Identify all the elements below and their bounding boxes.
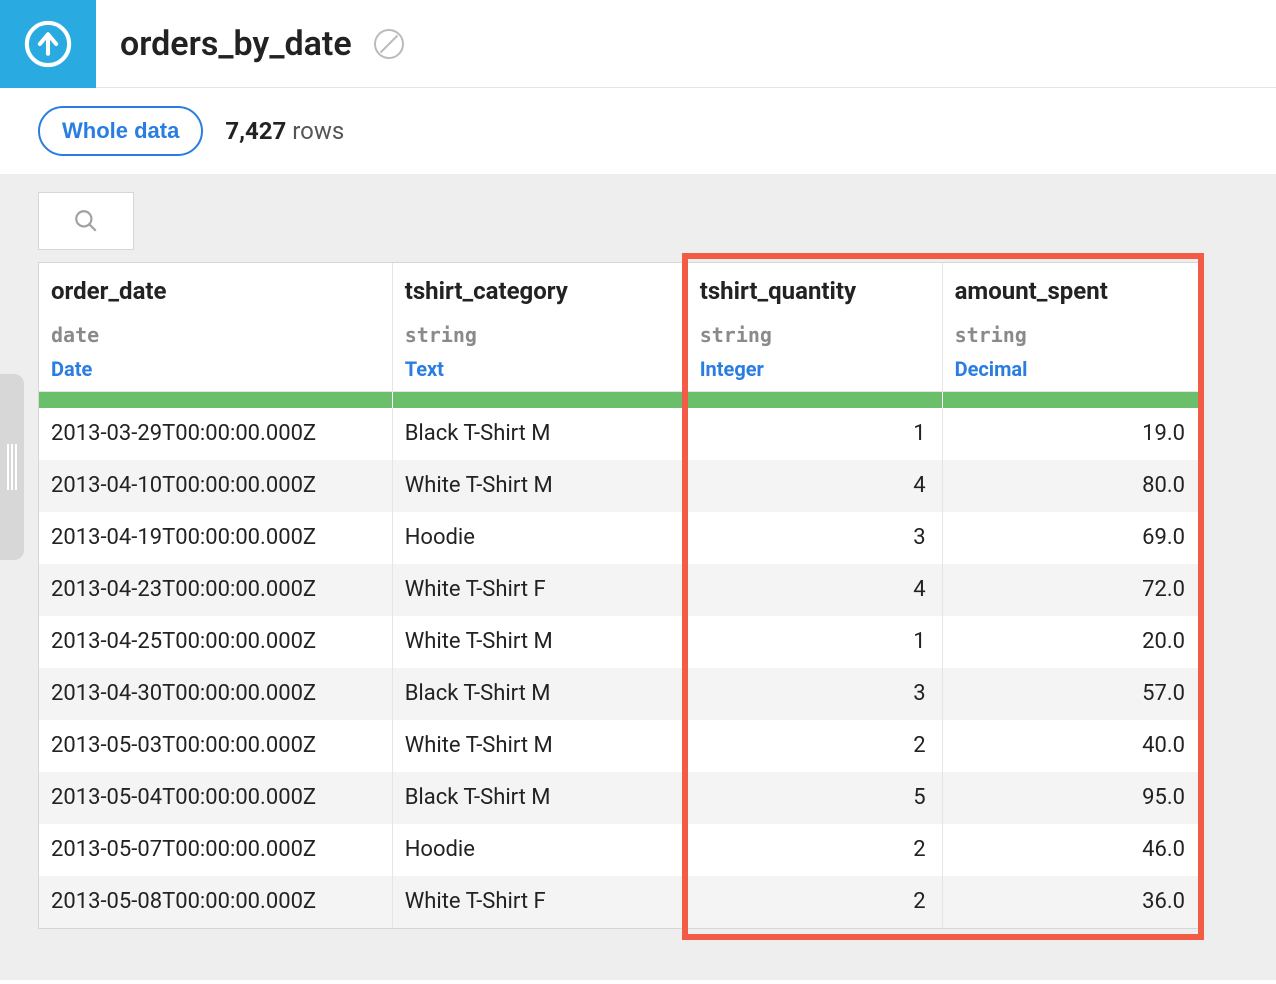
column-meaning[interactable]: Text xyxy=(405,357,675,381)
table-header-row: order_datedate Date tshirt_categorystring T… xyxy=(39,263,1201,392)
cell[interactable]: 2013-05-04T00:00:00.000Z xyxy=(39,772,392,824)
cell[interactable]: White T-Shirt F xyxy=(392,876,687,928)
column-name: amount_spent xyxy=(955,277,1189,305)
cell[interactable]: Hoodie xyxy=(392,824,687,876)
workspace: order_datedate Date tshirt_categorystring T… xyxy=(0,174,1276,980)
cell[interactable]: Hoodie xyxy=(392,512,687,564)
column-name: tshirt_category xyxy=(405,277,675,305)
cell[interactable]: 4 xyxy=(687,564,942,616)
column-header[interactable]: order_datedate Date xyxy=(39,263,392,392)
column-meaning[interactable]: Date xyxy=(51,357,380,381)
cell[interactable]: 3 xyxy=(687,512,942,564)
column-name: order_date xyxy=(51,277,380,305)
column-meaning[interactable]: Decimal xyxy=(955,357,1189,381)
table-row[interactable]: 2013-05-08T00:00:00.000ZWhite T-Shirt F2… xyxy=(39,876,1201,928)
cell[interactable]: Black T-Shirt M xyxy=(392,668,687,720)
column-storage-type: string xyxy=(405,323,675,347)
left-panel-handle[interactable] xyxy=(0,374,24,560)
cell[interactable]: Black T-Shirt M xyxy=(392,408,687,460)
cell[interactable]: 1 xyxy=(687,616,942,668)
cell[interactable]: 2013-05-08T00:00:00.000Z xyxy=(39,876,392,928)
cell[interactable]: 2 xyxy=(687,824,942,876)
cell[interactable]: 72.0 xyxy=(942,564,1201,616)
table-row[interactable]: 2013-04-25T00:00:00.000ZWhite T-Shirt M1… xyxy=(39,616,1201,668)
cell[interactable]: 2013-04-23T00:00:00.000Z xyxy=(39,564,392,616)
column-storage-type: string xyxy=(700,323,930,347)
summary-bar: Whole data 7,427 rows xyxy=(0,88,1276,174)
cell[interactable]: 2013-04-25T00:00:00.000Z xyxy=(39,616,392,668)
cell[interactable]: 19.0 xyxy=(942,408,1201,460)
column-header[interactable]: amount_spentstring Decimal xyxy=(942,263,1201,392)
cell[interactable]: 46.0 xyxy=(942,824,1201,876)
cell[interactable]: 69.0 xyxy=(942,512,1201,564)
cell[interactable]: 2013-05-03T00:00:00.000Z xyxy=(39,720,392,772)
cell[interactable]: Black T-Shirt M xyxy=(392,772,687,824)
data-table: order_datedate Date tshirt_categorystring T… xyxy=(39,263,1201,928)
column-meaning[interactable]: Integer xyxy=(700,357,930,381)
cell[interactable]: 40.0 xyxy=(942,720,1201,772)
column-name: tshirt_quantity xyxy=(700,277,930,305)
column-search-button[interactable] xyxy=(38,192,134,250)
cell[interactable]: 20.0 xyxy=(942,616,1201,668)
cell[interactable]: 57.0 xyxy=(942,668,1201,720)
table-row[interactable]: 2013-04-19T00:00:00.000ZHoodie369.0 xyxy=(39,512,1201,564)
cell[interactable]: 2013-05-07T00:00:00.000Z xyxy=(39,824,392,876)
app-logo[interactable] xyxy=(0,0,96,88)
whole-data-button[interactable]: Whole data xyxy=(38,106,203,156)
cell[interactable]: 2013-04-10T00:00:00.000Z xyxy=(39,460,392,512)
cell[interactable]: White T-Shirt M xyxy=(392,460,687,512)
row-count-word: rows xyxy=(292,117,344,145)
cell[interactable]: 2013-03-29T00:00:00.000Z xyxy=(39,408,392,460)
row-count-number: 7,427 xyxy=(225,117,286,145)
column-header[interactable]: tshirt_quantitystring Integer xyxy=(687,263,942,392)
table-row[interactable]: 2013-05-07T00:00:00.000ZHoodie246.0 xyxy=(39,824,1201,876)
cell[interactable]: 4 xyxy=(687,460,942,512)
table-row[interactable]: 2013-04-10T00:00:00.000ZWhite T-Shirt M4… xyxy=(39,460,1201,512)
column-header[interactable]: tshirt_categorystring Text xyxy=(392,263,687,392)
cell[interactable]: White T-Shirt M xyxy=(392,720,687,772)
table-row[interactable]: 2013-04-30T00:00:00.000ZBlack T-Shirt M3… xyxy=(39,668,1201,720)
row-count: 7,427 rows xyxy=(225,117,344,145)
cell[interactable]: 2013-04-19T00:00:00.000Z xyxy=(39,512,392,564)
search-icon xyxy=(73,208,99,234)
data-table-container: order_datedate Date tshirt_categorystring T… xyxy=(38,262,1202,929)
cell[interactable]: 3 xyxy=(687,668,942,720)
column-storage-type: date xyxy=(51,323,380,347)
cell[interactable]: White T-Shirt M xyxy=(392,616,687,668)
table-row[interactable]: 2013-05-04T00:00:00.000ZBlack T-Shirt M5… xyxy=(39,772,1201,824)
cell[interactable]: 1 xyxy=(687,408,942,460)
table-body: 2013-03-29T00:00:00.000ZBlack T-Shirt M1… xyxy=(39,392,1201,928)
cell[interactable]: 2 xyxy=(687,876,942,928)
top-bar: orders_by_date xyxy=(0,0,1276,88)
cell[interactable]: 2 xyxy=(687,720,942,772)
upload-circle-icon xyxy=(22,18,74,70)
no-symbol-icon[interactable] xyxy=(374,29,404,59)
cell[interactable]: 5 xyxy=(687,772,942,824)
dataset-title: orders_by_date xyxy=(120,24,352,64)
validity-bar-row xyxy=(39,392,1201,408)
cell[interactable]: White T-Shirt F xyxy=(392,564,687,616)
cell[interactable]: 2013-04-30T00:00:00.000Z xyxy=(39,668,392,720)
cell[interactable]: 80.0 xyxy=(942,460,1201,512)
column-storage-type: string xyxy=(955,323,1189,347)
table-row[interactable]: 2013-05-03T00:00:00.000ZWhite T-Shirt M2… xyxy=(39,720,1201,772)
table-row[interactable]: 2013-03-29T00:00:00.000ZBlack T-Shirt M1… xyxy=(39,408,1201,460)
table-row[interactable]: 2013-04-23T00:00:00.000ZWhite T-Shirt F4… xyxy=(39,564,1201,616)
cell[interactable]: 36.0 xyxy=(942,876,1201,928)
cell[interactable]: 95.0 xyxy=(942,772,1201,824)
